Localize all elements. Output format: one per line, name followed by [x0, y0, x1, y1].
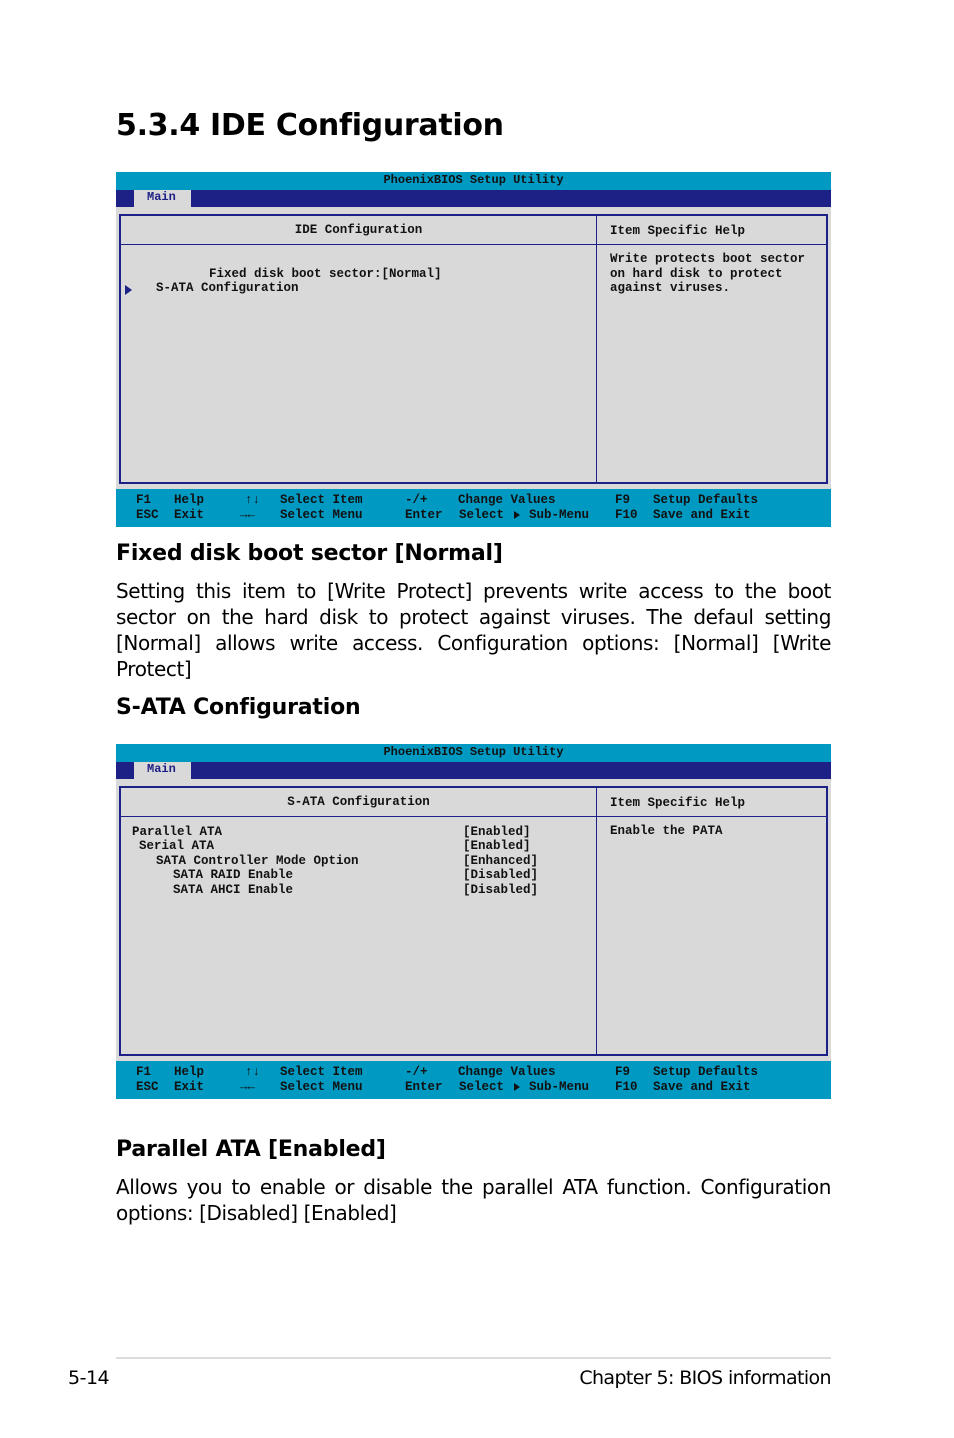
help-text: Enable the PATA	[610, 824, 723, 838]
key-f9: F9	[615, 1065, 631, 1079]
key-change-values-label: Change Values	[458, 493, 556, 507]
bios-key-legend: F1 Help ↑↓ Select Item -/+ Change Values…	[116, 489, 831, 527]
key-select-menu-label: Select Menu	[280, 1080, 363, 1094]
key-select-label: Select	[459, 508, 505, 522]
key-f1: F1	[136, 493, 152, 507]
key-exit-label: Exit	[174, 1080, 205, 1094]
help-title: Item Specific Help	[610, 796, 746, 810]
tab-main[interactable]: Main	[134, 762, 191, 779]
page-title: 5.3.4 IDE Configuration	[116, 108, 504, 143]
up-down-arrows-icon: ↑↓	[245, 1065, 261, 1079]
up-down-arrows-icon: ↑↓	[245, 493, 261, 507]
key-setup-defaults-label: Setup Defaults	[653, 493, 759, 507]
key-esc: ESC	[136, 1080, 159, 1094]
key-save-exit-label: Save and Exit	[653, 508, 751, 522]
key-f9: F9	[615, 493, 631, 507]
key-f10: F10	[615, 1080, 638, 1094]
key-select-item-label: Select Item	[280, 1065, 363, 1079]
bios-screen-ide-configuration: PhoenixBIOS Setup Utility Main IDE Confi…	[116, 172, 831, 527]
chapter-title: Chapter 5: BIOS information	[579, 1367, 831, 1389]
key-change-values-label: Change Values	[458, 1065, 556, 1079]
bios-body: IDE Configuration Item Specific Help Wri…	[116, 207, 831, 489]
key-exit-label: Exit	[174, 508, 205, 522]
setting-parallel-ata-label[interactable]: Parallel ATA	[132, 825, 222, 839]
header-divider	[121, 244, 826, 245]
setting-sata-ahci-label[interactable]: SATA AHCI Enable	[173, 883, 293, 897]
section-heading-sata-config: S-ATA Configuration	[116, 695, 361, 720]
key-select-label: Select	[459, 1080, 505, 1094]
key-f10: F10	[615, 508, 638, 522]
left-right-arrows-icon: →←	[240, 1080, 256, 1094]
help-title: Item Specific Help	[610, 224, 746, 238]
key-sub-menu-label: Sub-Menu	[529, 1080, 590, 1094]
key-setup-defaults-label: Setup Defaults	[653, 1065, 759, 1079]
tab-main[interactable]: Main	[134, 190, 191, 207]
setting-label: Fixed disk boot sector:	[209, 267, 382, 281]
setting-sata-controller-mode-value[interactable]: [Enhanced]	[463, 854, 538, 868]
submenu-sata-configuration[interactable]: S-ATA Configuration	[156, 281, 299, 295]
bios-title-bar: PhoenixBIOS Setup Utility	[116, 172, 831, 190]
submenu-pointer-icon	[511, 1080, 523, 1094]
panel-title: S-ATA Configuration	[287, 795, 430, 809]
bios-frame: S-ATA Configuration Item Specific Help E…	[119, 786, 828, 1056]
submenu-arrow-icon	[125, 285, 132, 295]
section-heading-fixed-disk: Fixed disk boot sector [Normal]	[116, 541, 503, 566]
bios-title-bar: PhoenixBIOS Setup Utility	[116, 744, 831, 762]
setting-sata-raid-label[interactable]: SATA RAID Enable	[173, 868, 293, 882]
panel-title: IDE Configuration	[294, 223, 423, 237]
bios-menu-bar: Main	[116, 762, 831, 779]
setting-sata-ahci-value[interactable]: [Disabled]	[463, 883, 538, 897]
setting-sata-controller-mode-label[interactable]: SATA Controller Mode Option	[156, 854, 359, 868]
key-save-exit-label: Save and Exit	[653, 1080, 751, 1094]
section-heading-parallel-ata: Parallel ATA [Enabled]	[116, 1137, 386, 1162]
bios-screen-sata-configuration: PhoenixBIOS Setup Utility Main S-ATA Con…	[116, 744, 831, 1099]
key-enter: Enter	[405, 508, 443, 522]
bios-key-legend: F1 Help ↑↓ Select Item -/+ Change Values…	[116, 1061, 831, 1099]
bios-menu-bar: Main	[116, 190, 831, 207]
key-f1: F1	[136, 1065, 152, 1079]
submenu-pointer-icon	[511, 508, 523, 522]
bios-body: S-ATA Configuration Item Specific Help E…	[116, 779, 831, 1061]
left-right-arrows-icon: →←	[240, 508, 256, 522]
header-divider	[121, 816, 826, 817]
key-enter: Enter	[405, 1080, 443, 1094]
key-sub-menu-label: Sub-Menu	[529, 508, 590, 522]
key-esc: ESC	[136, 508, 159, 522]
key-select-item-label: Select Item	[280, 493, 363, 507]
key-minus-plus: -/+	[405, 493, 428, 507]
section-body-parallel-ata: Allows you to enable or disable the para…	[116, 1175, 831, 1225]
key-help-label: Help	[174, 1065, 205, 1079]
setting-parallel-ata-value[interactable]: [Enabled]	[463, 825, 531, 839]
setting-value[interactable]: [Normal]	[382, 267, 442, 281]
setting-serial-ata-value[interactable]: [Enabled]	[463, 839, 531, 853]
setting-serial-ata-label[interactable]: Serial ATA	[139, 839, 214, 853]
setting-sata-raid-value[interactable]: [Disabled]	[463, 868, 538, 882]
key-minus-plus: -/+	[405, 1065, 428, 1079]
page-number: 5-14	[68, 1367, 110, 1389]
section-body-fixed-disk: Setting this item to [Write Protect] pre…	[116, 579, 831, 681]
key-select-menu-label: Select Menu	[280, 508, 363, 522]
key-help-label: Help	[174, 493, 205, 507]
footer-divider	[116, 1357, 831, 1359]
help-text: Write protects boot sector on hard disk …	[610, 252, 806, 295]
bios-frame: IDE Configuration Item Specific Help Wri…	[119, 214, 828, 484]
